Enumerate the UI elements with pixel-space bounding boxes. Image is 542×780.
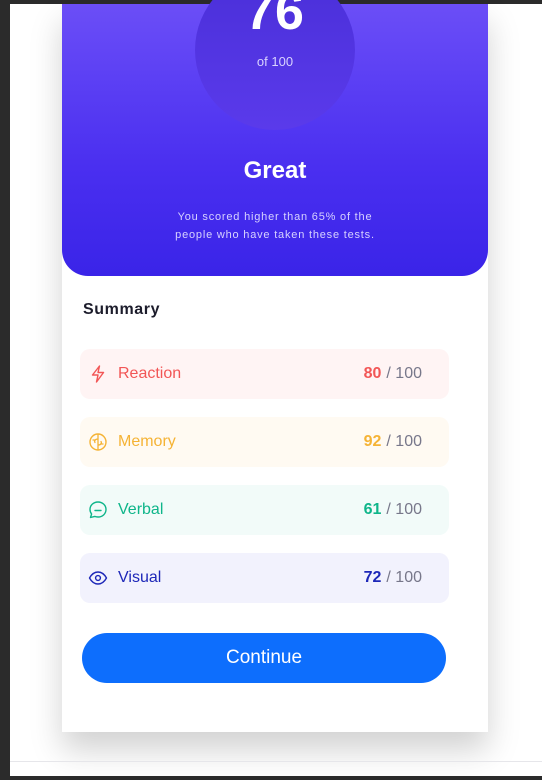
score-out-of: of 100 <box>256 54 294 69</box>
summary-item-total: / 100 <box>386 365 422 382</box>
summary-item-reaction: Reaction 80 / 100 <box>80 349 449 399</box>
summary-item-score: 61 <box>363 501 382 518</box>
eye-icon <box>88 568 108 588</box>
summary-item-label: Visual <box>118 569 162 586</box>
result-panel: 76 of 100 Great You scored higher than 6… <box>62 0 488 276</box>
summary-item-score: 72 <box>363 569 382 586</box>
results-card: 76 of 100 Great You scored higher than 6… <box>62 0 488 732</box>
result-description: You scored higher than 65% of the people… <box>175 211 375 241</box>
score-circle: 76 of 100 <box>195 0 355 130</box>
summary-item-label: Memory <box>118 433 176 450</box>
continue-button[interactable]: Continue <box>82 633 446 683</box>
summary-item-visual: Visual 72 / 100 <box>80 553 449 603</box>
chat-bubble-icon <box>88 500 108 520</box>
divider <box>10 761 542 762</box>
summary-title: Summary <box>83 301 161 318</box>
summary-item-memory: Memory 92 / 100 <box>80 417 449 467</box>
summary-item-score: 80 <box>363 365 382 382</box>
summary-item-label: Reaction <box>118 365 182 382</box>
summary-item-label: Verbal <box>118 501 164 518</box>
summary-item-total: / 100 <box>386 501 422 518</box>
summary-item-score: 92 <box>363 433 382 450</box>
summary-item-total: / 100 <box>386 569 422 586</box>
rating-label: Great <box>243 157 307 184</box>
summary-item-verbal: Verbal 61 / 100 <box>80 485 449 535</box>
brain-icon <box>88 432 108 452</box>
lightning-icon <box>88 364 108 384</box>
summary-item-total: / 100 <box>386 433 422 450</box>
browser-viewport: 76 of 100 Great You scored higher than 6… <box>10 0 542 776</box>
score-value: 76 <box>245 0 305 41</box>
